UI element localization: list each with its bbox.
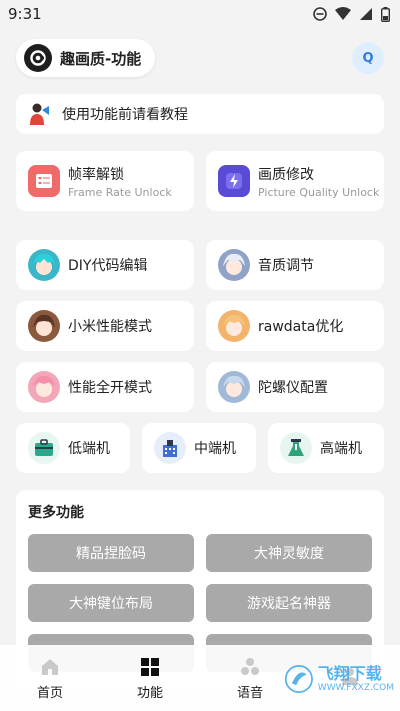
app-logo-icon	[24, 44, 52, 72]
more-functions-title: 更多功能	[28, 505, 84, 521]
nav-label: 首页	[36, 685, 63, 701]
rawdata-optimize-tile[interactable]: rawdata优化	[206, 301, 384, 351]
tile-label: 性能全开模式	[68, 380, 152, 396]
do-not-disturb-icon	[313, 7, 327, 21]
diy-code-edit-tile[interactable]: DIY代码编辑	[16, 240, 194, 290]
watermark-logo-icon	[284, 664, 313, 694]
full-performance-tile[interactable]: 性能全开模式	[16, 362, 194, 412]
tutorial-notice[interactable]: 使用功能前请看教程	[16, 94, 384, 134]
xiaomi-performance-tile[interactable]: 小米性能模式	[16, 301, 194, 351]
sensitivity-button[interactable]: 大神灵敏度	[206, 534, 372, 572]
q-button[interactable]: Q	[352, 42, 384, 74]
wifi-icon	[335, 7, 351, 20]
watermark-text: 飞翔下载	[317, 664, 382, 684]
home-icon	[39, 656, 61, 678]
tile-label: 画质修改	[258, 166, 314, 183]
notice-text: 使用功能前请看教程	[62, 107, 188, 123]
tile-label: 小米性能模式	[68, 319, 152, 335]
audio-adjust-tile[interactable]: 音质调节	[206, 240, 384, 290]
nav-functions[interactable]: 功能	[110, 656, 190, 701]
tile-label: 帧率解锁	[68, 166, 124, 183]
voice-icon	[239, 656, 261, 678]
app-title: 趣画质-功能	[60, 49, 142, 68]
app-title-pill[interactable]: 趣画质-功能	[16, 39, 156, 77]
status-bar: 9:31	[0, 0, 400, 28]
flask-icon	[280, 432, 312, 464]
tile-label: 音质调节	[258, 258, 314, 274]
header: 趣画质-功能 Q	[16, 38, 384, 78]
grid-icon	[139, 656, 161, 678]
status-time: 9:31	[8, 5, 42, 23]
briefcase-icon	[28, 432, 60, 464]
tile-sublabel: Frame Rate Unlock	[68, 185, 172, 199]
tile-label: 中端机	[194, 441, 236, 457]
picture-quality-unlock-tile[interactable]: 画质修改 Picture Quality Unlock	[206, 151, 384, 211]
tile-label: 陀螺仪配置	[258, 380, 328, 396]
mid-end-tile[interactable]: 中端机	[142, 423, 256, 473]
high-end-tile[interactable]: 高端机	[268, 423, 384, 473]
announcer-icon	[30, 103, 49, 125]
avatar-icon	[28, 371, 60, 403]
gyroscope-config-tile[interactable]: 陀螺仪配置	[206, 362, 384, 412]
frame-rate-unlock-tile[interactable]: 帧率解锁 Frame Rate Unlock	[16, 151, 194, 211]
face-code-button[interactable]: 精品捏脸码	[28, 534, 194, 572]
avatar-icon	[218, 249, 250, 281]
watermark: 飞翔下载 WWW.FXXZ.COM	[284, 657, 394, 701]
nav-home[interactable]: 首页	[10, 656, 90, 701]
low-end-tile[interactable]: 低端机	[16, 423, 130, 473]
lightning-icon	[218, 165, 250, 197]
signal-icon	[360, 8, 372, 20]
tile-label: 高端机	[320, 441, 362, 457]
building-icon	[154, 432, 186, 464]
watermark-url: WWW.FXXZ.COM	[317, 682, 394, 693]
nav-label: 功能	[136, 685, 163, 701]
frame-rate-icon	[28, 165, 60, 197]
tile-sublabel: Picture Quality Unlock	[258, 185, 380, 199]
status-icons	[313, 6, 390, 22]
nav-label: 语音	[236, 685, 263, 701]
avatar-icon	[28, 310, 60, 342]
avatar-icon	[218, 310, 250, 342]
nav-voice[interactable]: 语音	[210, 656, 290, 701]
key-layout-button[interactable]: 大神键位布局	[28, 584, 194, 622]
avatar-icon	[218, 371, 250, 403]
tile-label: rawdata优化	[258, 319, 344, 335]
name-generator-button[interactable]: 游戏起名神器	[206, 584, 372, 622]
battery-icon	[381, 6, 390, 22]
tile-label: 低端机	[68, 441, 110, 457]
tile-label: DIY代码编辑	[68, 258, 148, 274]
avatar-icon	[28, 249, 60, 281]
